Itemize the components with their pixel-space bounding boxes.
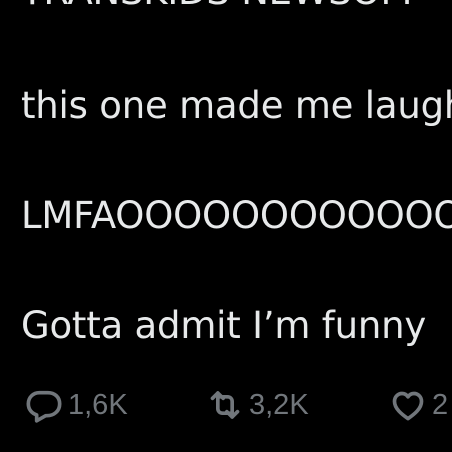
post-text-line-cut: TRANSKIDS NEWSOM xyxy=(21,0,412,14)
repost-count: 3,2K xyxy=(249,389,309,421)
post-view: TRANSKIDS NEWSOM this one made me laugh … xyxy=(0,0,452,452)
reply-button[interactable]: 1,6K xyxy=(24,380,128,430)
reply-count: 1,6K xyxy=(68,389,128,421)
repost-icon xyxy=(205,385,245,425)
reply-icon xyxy=(24,385,64,425)
post-text-line-2: LMFAOOOOOOOOOOOOOOO xyxy=(21,194,452,237)
like-button[interactable]: 2 xyxy=(388,380,448,430)
like-count: 2 xyxy=(432,389,449,421)
heart-icon xyxy=(388,385,428,425)
post-text-line-3: Gotta admit I’m funny xyxy=(21,304,427,347)
repost-button[interactable]: 3,2K xyxy=(205,380,309,430)
post-action-bar: 1,6K 3,2K 2 xyxy=(0,380,452,430)
post-text-line-1: this one made me laugh xyxy=(21,84,452,127)
